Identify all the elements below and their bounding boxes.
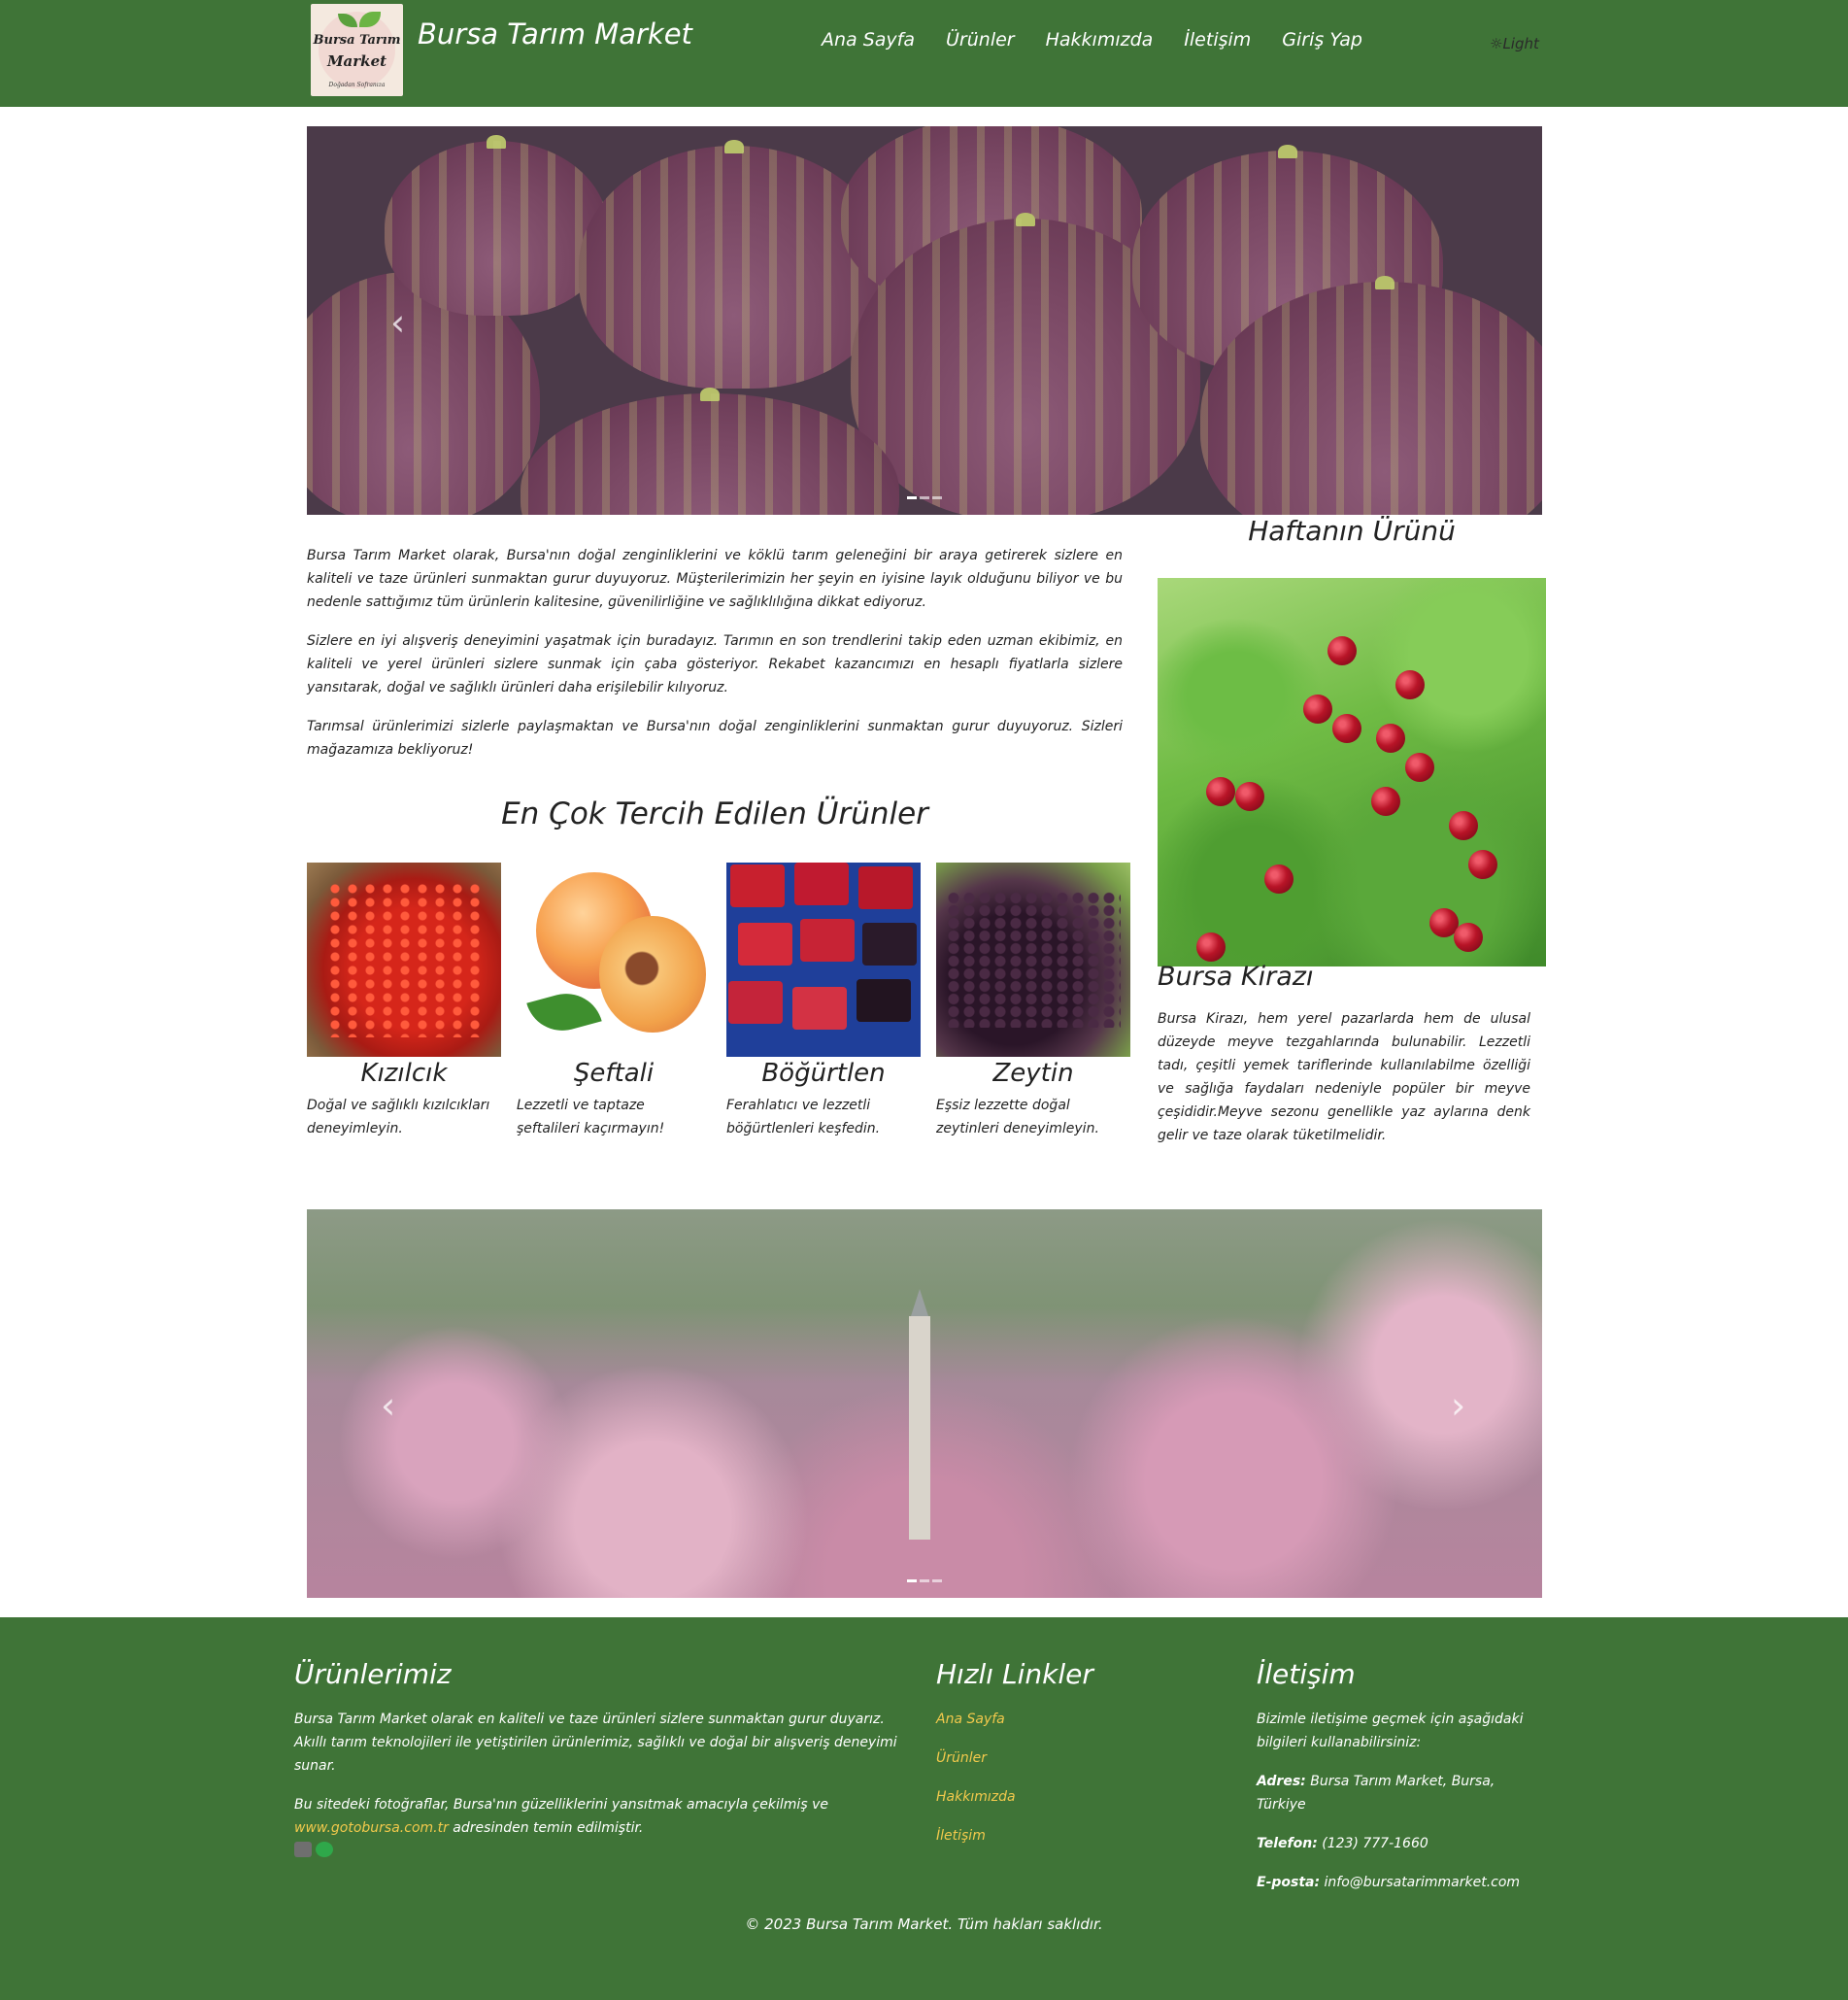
credit-text: Bu sitedeki fotoğraflar, Bursa'nın güzel… bbox=[294, 1797, 828, 1813]
product-desc: Ferahlatıcı ve lezzetli böğürtlenleri ke… bbox=[726, 1098, 881, 1136]
footer-icons bbox=[294, 1842, 916, 1857]
site-footer: Ürünlerimiz Bursa Tarım Market olarak en… bbox=[0, 1617, 1848, 2000]
nav-home[interactable]: Ana Sayfa bbox=[822, 29, 915, 51]
site-logo[interactable]: Bursa Tarım Market Doğadan Sofranıza bbox=[311, 4, 403, 96]
footer-products-text: Bursa Tarım Market olarak en kaliteli ve… bbox=[294, 1712, 897, 1774]
product-image[interactable] bbox=[726, 863, 921, 1057]
product-image[interactable] bbox=[517, 863, 711, 1057]
intro-paragraph: Bursa Tarım Market olarak, Bursa'nın doğ… bbox=[307, 548, 1123, 610]
product-image[interactable] bbox=[936, 863, 1130, 1057]
minaret-photo bbox=[909, 1289, 930, 1540]
address-label: Adres: bbox=[1257, 1774, 1306, 1789]
product-card[interactable]: Zeytin Eşsiz lezzette doğal zeytinleri d… bbox=[936, 863, 1130, 1140]
footer-address: Adres: Bursa Tarım Market, Bursa, Türkiy… bbox=[1257, 1770, 1548, 1816]
footer-link-home[interactable]: Ana Sayfa bbox=[936, 1708, 1227, 1731]
footer-link-products[interactable]: Ürünler bbox=[936, 1746, 1227, 1770]
phone-label: Telefon: bbox=[1257, 1836, 1318, 1851]
email-label: E-posta: bbox=[1257, 1875, 1321, 1890]
carousel-prev-icon[interactable]: ‹ bbox=[381, 1384, 395, 1427]
carousel-indicator[interactable] bbox=[920, 496, 929, 499]
footer-link-about[interactable]: Hakkımızda bbox=[936, 1785, 1227, 1809]
footer-quick-links: Hızlı Linkler Ana Sayfa Ürünler Hakkımız… bbox=[936, 1658, 1227, 1863]
carousel-indicators bbox=[907, 496, 942, 499]
blossom-carousel: ‹ › bbox=[307, 1209, 1542, 1598]
carousel-indicator[interactable] bbox=[932, 1579, 942, 1582]
product-desc: Doğal ve sağlıklı kızılcıkları deneyimle… bbox=[307, 1098, 490, 1136]
copyright: © 2023 Bursa Tarım Market. Tüm hakları s… bbox=[745, 1915, 1103, 1933]
main-nav: Ana Sayfa Ürünler Hakkımızda İletişim Gi… bbox=[822, 29, 1362, 51]
product-desc: Lezzetli ve taptaze şeftalileri kaçırmay… bbox=[517, 1098, 665, 1136]
footer-photo-credit: Bu sitedeki fotoğraflar, Bursa'nın güzel… bbox=[294, 1793, 916, 1840]
nav-products[interactable]: Ürünler bbox=[946, 29, 1015, 51]
carousel-next-icon[interactable]: › bbox=[1451, 1384, 1465, 1427]
footer-phone: Telefon: (123) 777-1660 bbox=[1257, 1832, 1548, 1855]
fig-photo bbox=[521, 388, 899, 515]
hero-carousel: ‹ bbox=[307, 126, 1542, 515]
footer-products: Ürünlerimiz Bursa Tarım Market olarak en… bbox=[294, 1658, 916, 1857]
footer-contact-intro: Bizimle iletişime geçmek için aşağıdaki … bbox=[1257, 1712, 1524, 1750]
footer-email: E-posta: info@bursatarimmarket.com bbox=[1257, 1871, 1548, 1894]
fig-photo bbox=[385, 135, 608, 316]
footer-link-contact[interactable]: İletişim bbox=[936, 1824, 1227, 1847]
credit-text: adresinden temin edilmiştir. bbox=[448, 1820, 644, 1836]
footer-contact: İletişim Bizimle iletişime geçmek için a… bbox=[1257, 1658, 1548, 1910]
carousel-indicator[interactable] bbox=[932, 496, 942, 499]
camera-icon bbox=[294, 1842, 312, 1857]
footer-quick-title: Hızlı Linkler bbox=[936, 1658, 1093, 1690]
site-title[interactable]: Bursa Tarım Market bbox=[418, 17, 692, 51]
week-product-image[interactable] bbox=[1158, 578, 1546, 966]
popular-title: En Çok Tercih Edilen Ürünler bbox=[501, 797, 928, 831]
fig-photo bbox=[579, 140, 890, 389]
nav-about[interactable]: Hakkımızda bbox=[1046, 29, 1154, 51]
carousel-indicator[interactable] bbox=[907, 1579, 917, 1582]
product-card[interactable]: Böğürtlen Ferahlatıcı ve lezzetli böğürt… bbox=[726, 863, 921, 1140]
carousel-indicator[interactable] bbox=[920, 1579, 929, 1582]
tree-icon bbox=[316, 1842, 333, 1857]
nav-login[interactable]: Giriş Yap bbox=[1282, 29, 1362, 51]
week-product-name: Bursa Kirazı bbox=[1158, 962, 1314, 992]
product-card[interactable]: Kızılcık Doğal ve sağlıklı kızılcıkları … bbox=[307, 863, 501, 1140]
carousel-indicator[interactable] bbox=[907, 496, 917, 499]
footer-contact-title: İletişim bbox=[1257, 1658, 1356, 1690]
nav-contact[interactable]: İletişim bbox=[1184, 29, 1251, 51]
email-value[interactable]: info@bursatarimmarket.com bbox=[1320, 1875, 1521, 1890]
product-desc: Eşsiz lezzette doğal zeytinleri deneyiml… bbox=[936, 1098, 1099, 1136]
gotobursa-link[interactable]: www.gotobursa.com.tr bbox=[294, 1820, 449, 1836]
product-name: Kızılcık bbox=[360, 1059, 448, 1088]
carousel-indicators bbox=[907, 1579, 942, 1582]
intro-text: Bursa Tarım Market olarak, Bursa'nın doğ… bbox=[307, 544, 1123, 777]
theme-toggle[interactable]: ☼Light bbox=[1490, 35, 1539, 52]
logo-tagline: Doğadan Sofranıza bbox=[328, 82, 386, 88]
logo-text-line1: Bursa Tarım bbox=[313, 33, 401, 48]
product-name: Zeytin bbox=[992, 1059, 1074, 1088]
product-image[interactable] bbox=[307, 863, 501, 1057]
logo-text-line2: Market bbox=[326, 52, 387, 70]
product-card[interactable]: Şeftali Lezzetli ve taptaze şeftalileri … bbox=[517, 863, 711, 1140]
intro-paragraph: Sizlere en iyi alışveriş deneyimini yaşa… bbox=[307, 633, 1123, 695]
week-product-title: Haftanın Ürünü bbox=[1248, 515, 1456, 547]
phone-value[interactable]: (123) 777-1660 bbox=[1318, 1836, 1428, 1851]
product-name: Şeftali bbox=[573, 1059, 655, 1088]
product-name: Böğürtlen bbox=[761, 1059, 886, 1088]
week-product-desc: Bursa Kirazı, hem yerel pazarlarda hem d… bbox=[1158, 1011, 1530, 1143]
carousel-prev-icon[interactable]: ‹ bbox=[390, 301, 405, 344]
intro-paragraph: Tarımsal ürünlerimizi sizlerle paylaşmak… bbox=[307, 719, 1123, 758]
footer-products-title: Ürünlerimiz bbox=[294, 1658, 452, 1690]
site-header: Bursa Tarım Market Doğadan Sofranıza Bur… bbox=[0, 0, 1848, 107]
